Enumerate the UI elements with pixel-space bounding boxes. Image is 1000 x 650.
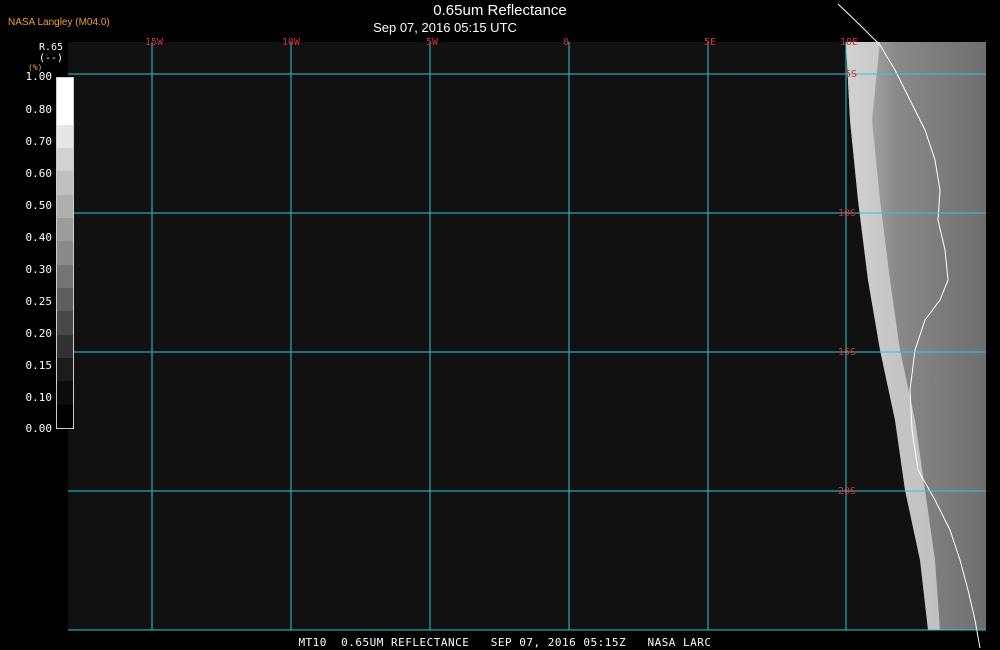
lat-label-20s: 20S [838, 486, 856, 497]
legend-swatch [57, 311, 73, 335]
legend-swatch [57, 171, 73, 195]
legend-swatch [57, 241, 73, 265]
legend-swatch [57, 404, 73, 428]
legend-tick-label: 0.80 [25, 103, 53, 116]
legend-tick-label: 0.30 [25, 263, 53, 276]
lon-label-10w: 10W [282, 37, 301, 48]
legend-swatch [57, 334, 73, 358]
graticule [68, 42, 986, 631]
lon-label-5e: 5E [704, 37, 716, 48]
legend-swatch [57, 357, 73, 382]
legend-swatch [57, 147, 73, 172]
legend-tick-label: 1.00 [25, 70, 53, 83]
lat-label-5s: 5S [845, 69, 857, 80]
lon-label-0: 0 [563, 37, 569, 48]
map-overlay: 15W 10W 5W 0 5E 10E 5S 10S 15S 20S [68, 3, 986, 649]
legend-swatch [57, 101, 73, 125]
legend-tick-label: 0.25 [25, 295, 53, 308]
legend-swatch [57, 381, 73, 405]
legend-tick-label: 0.50 [25, 199, 53, 212]
color-scale-bar [56, 77, 74, 429]
lon-label-5w: 5W [426, 37, 439, 48]
lat-label-15s: 15S [838, 347, 856, 358]
footer-caption: MT10 0.65UM REFLECTANCE SEP 07, 2016 05:… [298, 636, 712, 649]
legend-tick-label: 0.70 [25, 135, 53, 148]
legend-label-line1: R.65 [38, 42, 64, 53]
legend-tick-label: 0.40 [25, 231, 53, 244]
legend-title: R.65 (--) (%) [28, 42, 74, 72]
legend-swatch [57, 194, 73, 218]
legend-swatch [57, 264, 73, 288]
legend-tick-label: 0.10 [25, 391, 53, 404]
legend-swatch [57, 287, 73, 312]
legend-tick-label: 0.20 [25, 327, 53, 340]
legend-tick-label: 0.00 [25, 422, 53, 435]
lon-label-10e: 10E [840, 37, 858, 48]
legend-swatch [57, 78, 73, 102]
legend-tick-label: 0.15 [25, 359, 53, 372]
legend-tick-label: 0.60 [25, 167, 53, 180]
legend-swatch [57, 217, 73, 242]
lon-label-15w: 15W [145, 37, 164, 48]
legend-swatch [57, 124, 73, 148]
lat-label-10s: 10S [838, 208, 856, 219]
